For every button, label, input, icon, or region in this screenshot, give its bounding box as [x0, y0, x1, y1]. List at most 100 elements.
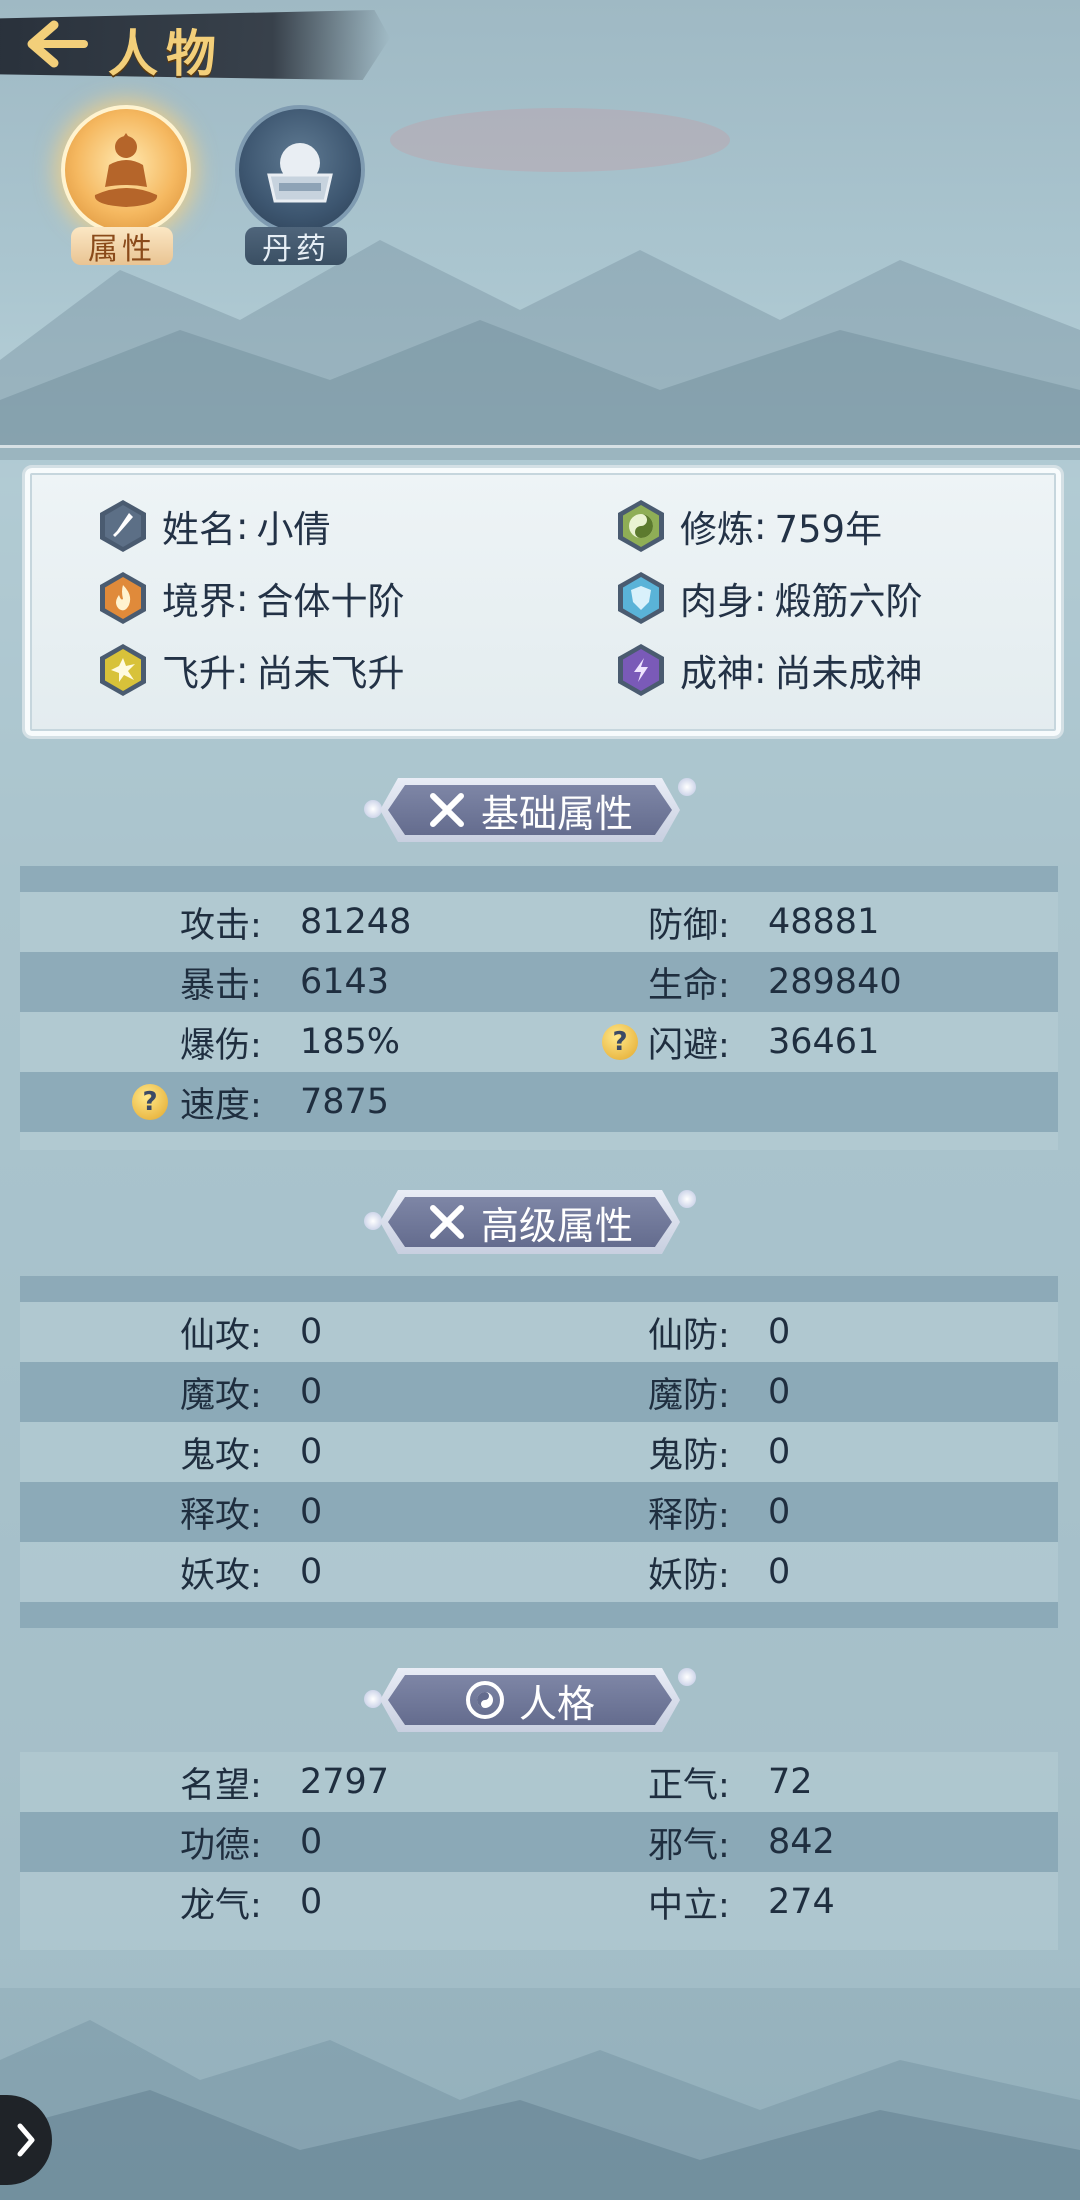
- stat-left: 龙气: 0: [180, 1872, 322, 1932]
- page-title: 人物: [108, 24, 224, 83]
- stat-left: 爆伤: 185%: [180, 1012, 400, 1072]
- help-icon[interactable]: ?: [132, 1084, 168, 1120]
- stat-label: 正气:: [648, 1765, 730, 1806]
- stat-value: 274: [768, 1882, 835, 1922]
- stat-row: 释攻: 0 释防: 0: [20, 1482, 1058, 1542]
- stat-row: 功德: 0 邪气: 842: [20, 1812, 1058, 1872]
- flame-icon: [100, 572, 146, 624]
- tab-attributes[interactable]: 属性: [57, 105, 191, 275]
- stat-label: 闪避:: [648, 1025, 730, 1066]
- stat-left: 仙攻: 0: [180, 1302, 322, 1362]
- stat-label: 功德:: [180, 1825, 262, 1866]
- stat-label: 释攻:: [180, 1495, 262, 1536]
- advanced-attributes-table: 仙攻: 0 仙防: 0 魔攻: 0 魔防: 0 鬼攻: 0 鬼防: 0 释攻: 0 释防: 0 妖攻: 0 妖防: 0: [20, 1276, 1058, 1628]
- stat-value: 36461: [768, 1022, 880, 1062]
- stat-value: 842: [768, 1822, 835, 1862]
- stat-value: 0: [300, 1822, 323, 1862]
- stat-label: 魔防:: [648, 1375, 730, 1416]
- stat-label: 仙攻:: [180, 1315, 262, 1356]
- stat-value: 289840: [768, 962, 902, 1002]
- stat-left: 功德: 0: [180, 1812, 322, 1872]
- stat-right: 防御: 48881: [648, 892, 879, 952]
- stat-row: 魔攻: 0 魔防: 0: [20, 1362, 1058, 1422]
- stat-right: 闪避: 36461: [648, 1012, 879, 1072]
- back-arrow-icon: [27, 20, 88, 68]
- stat-label: 中立:: [648, 1885, 730, 1926]
- chevron-right-icon: [17, 2123, 35, 2157]
- tab-attributes-label: 属性: [71, 227, 173, 267]
- help-icon[interactable]: ?: [602, 1024, 638, 1060]
- stat-left: 攻击: 81248: [180, 892, 411, 952]
- lightning-icon: [618, 644, 664, 696]
- back-button[interactable]: [22, 16, 92, 72]
- stat-value: 0: [300, 1432, 323, 1472]
- tab-pills[interactable]: 丹药: [231, 105, 365, 275]
- stat-right: 鬼防: 0: [648, 1422, 790, 1482]
- stat-value: 0: [300, 1312, 323, 1352]
- stat-right: 释防: 0: [648, 1482, 790, 1542]
- stat-row: 名望: 2797 正气: 72: [20, 1752, 1058, 1812]
- stat-value: 2797: [300, 1762, 390, 1802]
- stat-label: 攻击:: [180, 905, 262, 946]
- stat-left: 名望: 2797: [180, 1752, 389, 1812]
- stat-label: 龙气:: [180, 1885, 262, 1926]
- stat-label: 爆伤:: [180, 1025, 262, 1066]
- basic-attributes-header: 基础属性: [360, 770, 700, 850]
- profile-cultivation: 修炼:759年: [618, 496, 882, 556]
- stat-value: 0: [768, 1372, 791, 1412]
- personality-header: 人格: [360, 1660, 700, 1740]
- stat-left: 释攻: 0: [180, 1482, 322, 1542]
- stat-value: 48881: [768, 902, 880, 942]
- stat-label: 生命:: [648, 965, 730, 1006]
- mountain-foreground: [0, 2020, 1080, 2200]
- stat-row: 仙攻: 0 仙防: 0: [20, 1302, 1058, 1362]
- stat-label: 魔攻:: [180, 1375, 262, 1416]
- profile-ascend: 飞升: 尚未飞升: [100, 640, 404, 700]
- stat-left: 妖攻: 0: [180, 1542, 322, 1602]
- stat-value: 0: [768, 1432, 791, 1472]
- stat-value: 0: [300, 1882, 323, 1922]
- stat-value: 0: [300, 1492, 323, 1532]
- profile-realm: 境界: 合体十阶: [100, 568, 404, 628]
- stat-right: 正气: 72: [648, 1752, 813, 1812]
- stat-right: 仙防: 0: [648, 1302, 790, 1362]
- stat-right: 中立: 274: [648, 1872, 835, 1932]
- stat-value: 72: [768, 1762, 813, 1802]
- burst-icon: [100, 644, 146, 696]
- stat-label: 防御:: [648, 905, 730, 946]
- stat-left: 魔攻: 0: [180, 1362, 322, 1422]
- stat-value: 81248: [300, 902, 412, 942]
- stat-value: 6143: [300, 962, 390, 1002]
- stat-row: 速度: 7875?: [20, 1072, 1058, 1132]
- bagua-icon: [465, 1681, 504, 1719]
- stat-right: 生命: 289840: [648, 952, 902, 1012]
- stat-right: 邪气: 842: [648, 1812, 835, 1872]
- basic-attributes-table: 攻击: 81248 防御: 48881 暴击: 6143 生命: 289840 爆伤: 185% 闪…: [20, 866, 1058, 1150]
- stat-right: 魔防: 0: [648, 1362, 790, 1422]
- stat-value: 7875: [300, 1082, 390, 1122]
- stat-label: 妖攻:: [180, 1555, 262, 1596]
- stat-label: 鬼攻:: [180, 1435, 262, 1476]
- pill-furnace-icon: [235, 105, 365, 235]
- stat-value: 0: [768, 1492, 791, 1532]
- stat-left: 鬼攻: 0: [180, 1422, 322, 1482]
- stat-label: 仙防:: [648, 1315, 730, 1356]
- crossed-swords-icon: [429, 1205, 464, 1239]
- stat-row: 攻击: 81248 防御: 48881: [20, 892, 1058, 952]
- stat-value: 0: [768, 1552, 791, 1592]
- stat-value: 0: [768, 1312, 791, 1352]
- stat-label: 暴击:: [180, 965, 262, 1006]
- stat-value: 0: [300, 1552, 323, 1592]
- stat-label: 妖防:: [648, 1555, 730, 1596]
- tab-pills-label: 丹药: [245, 227, 347, 267]
- stat-row: 暴击: 6143 生命: 289840: [20, 952, 1058, 1012]
- stat-value: 0: [300, 1372, 323, 1412]
- stat-label: 鬼防:: [648, 1435, 730, 1476]
- stat-label: 释防:: [648, 1495, 730, 1536]
- stat-label: 名望:: [180, 1765, 262, 1806]
- profile-body: 肉身: 煅筋六阶: [618, 568, 922, 628]
- stat-value: 185%: [300, 1022, 401, 1062]
- stat-left: 暴击: 6143: [180, 952, 389, 1012]
- stat-right: 妖防: 0: [648, 1542, 790, 1602]
- crossed-swords-icon: [429, 793, 464, 827]
